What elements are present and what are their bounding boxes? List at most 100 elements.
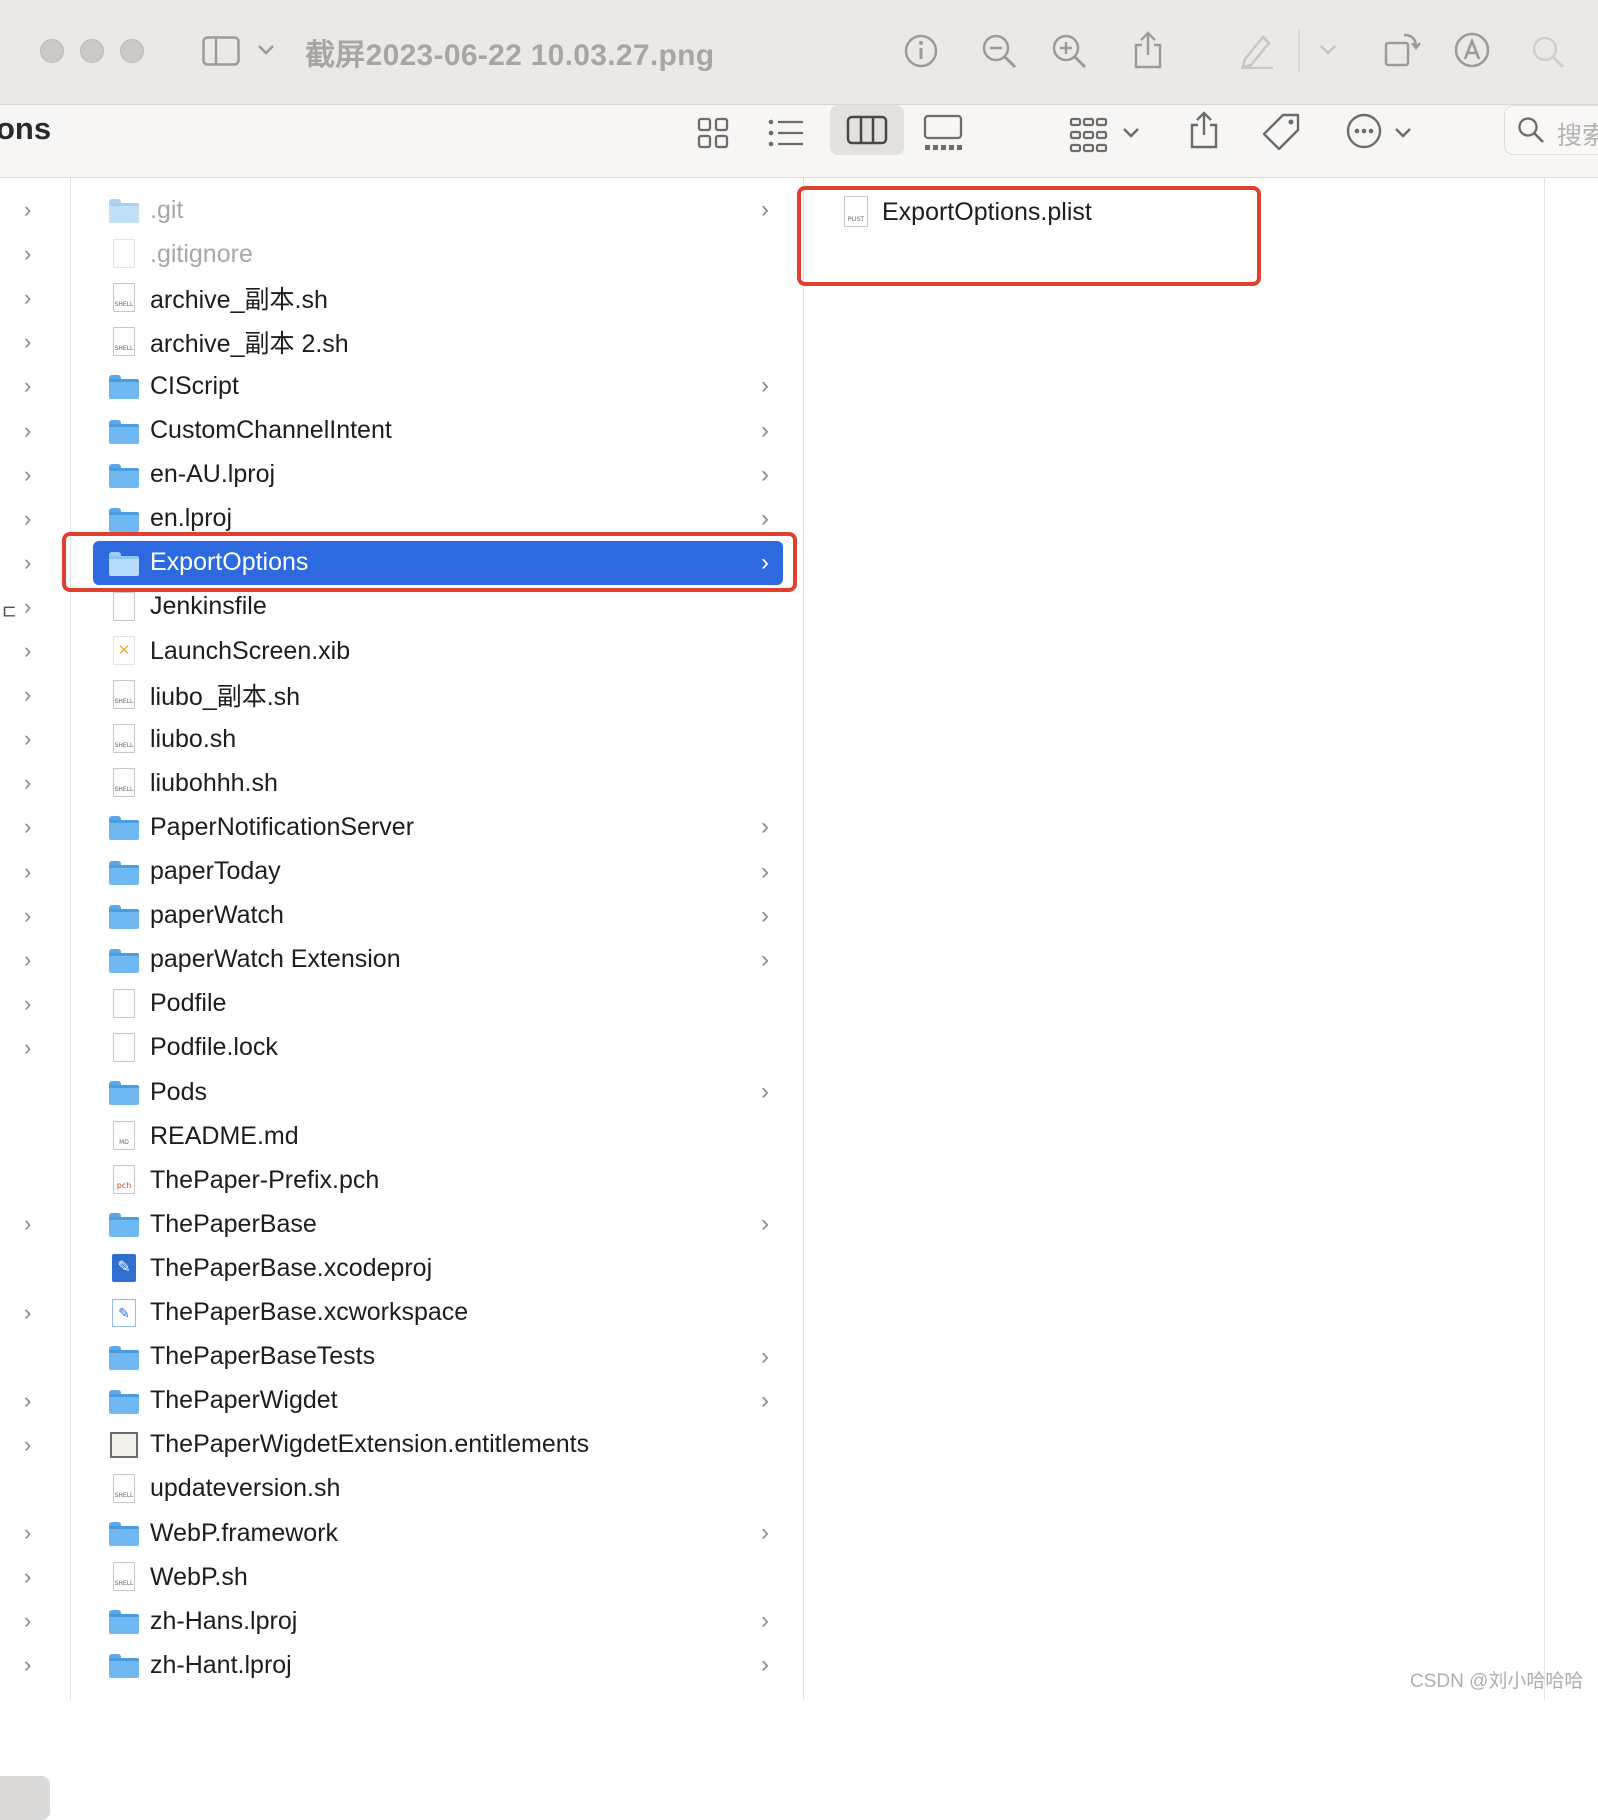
folder-row[interactable]: paperWatch Extension › (93, 938, 783, 982)
chevron-right-icon: › (761, 945, 769, 973)
folder-row[interactable]: zh-Hans.lproj › (93, 1599, 783, 1643)
file-row[interactable]: SHELL updateversion.sh (93, 1467, 783, 1511)
folder-row[interactable]: ThePaperBase › (93, 1202, 783, 1246)
file-row[interactable]: SHELL WebP.sh (93, 1555, 783, 1599)
file-row[interactable]: SHELL archive_副本 2.sh (93, 320, 783, 364)
chevron-right-icon: › (761, 1210, 769, 1238)
folder-row[interactable]: ThePaperBaseTests › (93, 1335, 783, 1379)
chevron-right-icon: › (761, 1078, 769, 1105)
sidebar-toggle-icon[interactable] (202, 34, 240, 68)
item-name: ThePaperBaseTests (150, 1342, 376, 1371)
column-view-icon[interactable] (830, 105, 904, 155)
chevron-right-icon: › (761, 901, 769, 929)
chevron-right-icon: › (761, 1519, 769, 1546)
file-row[interactable]: Podfile.lock (93, 1026, 783, 1070)
rotate-icon[interactable] (1382, 28, 1422, 70)
icon-view-icon[interactable] (696, 115, 730, 151)
folder-row[interactable]: Pods › (93, 1070, 783, 1114)
tag-icon[interactable] (1262, 111, 1302, 151)
highlight-box-plist (797, 186, 1261, 286)
item-name: .git (150, 195, 184, 224)
folder-icon (107, 1209, 141, 1239)
gallery-view-icon[interactable] (922, 113, 964, 153)
file-icon-label: SHELL (114, 1491, 134, 1499)
search-icon[interactable] (1528, 32, 1568, 72)
file-row[interactable]: ✎ ThePaperBase.xcodeproj (93, 1246, 783, 1290)
shell-script-icon: SHELL (107, 768, 141, 798)
item-name: ThePaperBase.xcworkspace (150, 1298, 469, 1326)
chevron-down-icon[interactable] (1392, 123, 1414, 143)
item-name: Pods (150, 1077, 207, 1106)
export-options-column: PLIST ExportOptions.plist (804, 178, 1545, 1700)
zoom-out-icon[interactable] (980, 32, 1018, 70)
chevron-right-icon: › (761, 460, 769, 488)
item-name: ThePaperWigdetExtension.entitlements (150, 1430, 590, 1459)
file-row[interactable]: Podfile (93, 982, 783, 1026)
folder-row[interactable]: .git › (93, 188, 783, 232)
info-icon[interactable] (902, 32, 940, 70)
folder-row[interactable]: en-AU.lproj › (93, 453, 783, 497)
share-icon[interactable] (1186, 107, 1222, 151)
search-field[interactable]: 搜索 (1504, 105, 1598, 155)
item-name: zh-Hans.lproj (150, 1606, 298, 1635)
close-window-button[interactable] (40, 39, 64, 63)
chevron-right-icon: › (24, 902, 32, 928)
chevron-down-icon[interactable] (1316, 40, 1340, 60)
markup-pen-icon[interactable] (1236, 30, 1276, 70)
more-actions-icon[interactable] (1344, 111, 1384, 151)
markup-circle-icon[interactable] (1452, 30, 1492, 70)
file-icon-label: pch (116, 1181, 132, 1191)
chevron-right-icon: › (24, 549, 32, 575)
file-icon (107, 1032, 141, 1063)
file-icon (107, 591, 141, 622)
item-name: CustomChannelIntent (150, 416, 392, 444)
file-row[interactable]: ThePaperWigdetExtension.entitlements (93, 1423, 783, 1467)
chevron-down-icon[interactable] (254, 38, 278, 62)
folder-row[interactable]: PaperNotificationServer › (93, 805, 783, 849)
file-row[interactable]: SHELL archive_副本.sh (93, 276, 783, 320)
chevron-right-icon: › (761, 1386, 769, 1414)
folder-icon (107, 945, 141, 975)
highlight-box-exportoptions (62, 532, 797, 592)
minimize-window-button[interactable] (80, 39, 104, 63)
chevron-right-icon: › (24, 1431, 32, 1457)
search-icon (1517, 116, 1545, 149)
chevron-right-icon: › (24, 858, 32, 884)
folder-icon (107, 371, 141, 401)
list-view-icon[interactable] (766, 115, 806, 151)
chevron-right-icon: › (24, 1387, 32, 1413)
file-row[interactable]: .gitignore (93, 232, 783, 276)
chevron-right-icon: › (761, 504, 769, 532)
folder-row[interactable]: paperToday › (93, 850, 783, 894)
folder-row[interactable]: zh-Hant.lproj › (93, 1643, 783, 1687)
item-name: WebP.sh (150, 1562, 248, 1591)
file-row[interactable]: SHELL liubo.sh (93, 717, 783, 761)
folder-icon (107, 1386, 141, 1416)
folder-icon (107, 416, 141, 446)
folder-row[interactable]: paperWatch › (93, 894, 783, 938)
share-icon[interactable] (1130, 28, 1166, 70)
zoom-in-icon[interactable] (1050, 32, 1088, 70)
folder-row[interactable]: ThePaperWigdet › (93, 1379, 783, 1423)
file-row[interactable]: SHELL liubohhh.sh (93, 761, 783, 805)
chevron-right-icon: › (24, 197, 32, 222)
chevron-right-icon: › (761, 1651, 769, 1679)
file-row[interactable]: SHELL liubo_副本.sh (93, 673, 783, 717)
folder-row[interactable]: WebP.framework › (93, 1511, 783, 1555)
window-title: ons (0, 111, 52, 146)
file-icon-label: SHELL (114, 742, 134, 750)
file-row[interactable]: ✎ ThePaperBase.xcworkspace (93, 1291, 783, 1335)
file-row[interactable]: ✕ LaunchScreen.xib (93, 629, 783, 673)
zoom-window-button[interactable] (120, 39, 144, 63)
file-row[interactable]: MD README.md (93, 1114, 783, 1158)
item-name: ThePaperBase (150, 1209, 317, 1238)
group-by-icon[interactable] (1068, 115, 1110, 155)
chevron-right-icon: › (24, 1608, 32, 1634)
chevron-right-icon: › (24, 1564, 32, 1590)
folder-row[interactable]: CIScript › (93, 364, 783, 408)
chevron-down-icon[interactable] (1120, 123, 1142, 143)
chevron-right-icon: › (24, 373, 32, 399)
parent-selected-row[interactable] (0, 1776, 50, 1820)
folder-row[interactable]: CustomChannelIntent › (93, 409, 783, 453)
file-row[interactable]: pch ThePaper-Prefix.pch (93, 1158, 783, 1202)
